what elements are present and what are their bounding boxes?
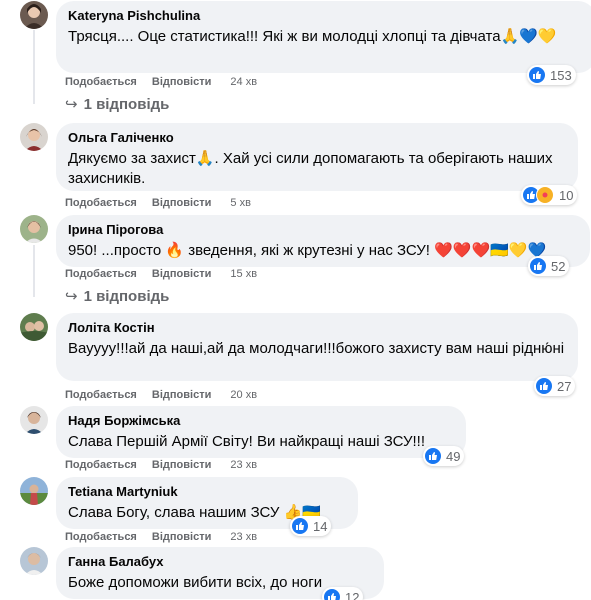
reply-button[interactable]: Відповісти: [152, 459, 211, 471]
comment-timestamp[interactable]: 23 хв: [230, 531, 257, 543]
reply-button[interactable]: Відповісти: [152, 389, 211, 401]
view-replies-link[interactable]: ↪ 1 відповідь: [65, 95, 169, 113]
reaction-count: 10: [559, 187, 574, 203]
comment-bubble: Ірина Пірогова 950! ...просто 🔥 зведення…: [56, 215, 590, 267]
reply-arrow-icon: ↪: [65, 96, 78, 113]
like-button[interactable]: Подобається: [65, 389, 137, 401]
comment-bubble: Kateryna Pishchulina Трясця.... Оце стат…: [56, 1, 591, 73]
comment-text: Слава Першій Армії Світу! Ви найкращі на…: [68, 433, 426, 450]
comment-timestamp[interactable]: 23 хв: [230, 459, 257, 471]
comment-text: Трясця.... Оце статистика!!! Які ж ви мо…: [68, 28, 557, 45]
comment-author[interactable]: Надя Боржімська: [68, 413, 454, 429]
comment-timestamp[interactable]: 15 хв: [230, 268, 257, 280]
like-button[interactable]: Подобається: [65, 268, 137, 280]
comments-feed: Kateryna Pishchulina Трясця.... Оце стат…: [0, 0, 591, 600]
comment-text: Дякуємо за захист🙏. Хай усі сили допомаг…: [68, 150, 553, 187]
comment-author[interactable]: Ірина Пірогова: [68, 222, 578, 238]
like-icon: [530, 258, 546, 274]
reaction-summary[interactable]: 52: [528, 256, 570, 276]
comment-bubble: Надя Боржімська Слава Першій Армії Світу…: [56, 406, 466, 458]
comment-author[interactable]: Ольга Галіченко: [68, 130, 566, 146]
reaction-count: 12: [345, 589, 360, 600]
reply-arrow-icon: ↪: [65, 288, 78, 305]
comment-text: 950! ...просто 🔥 зведення, які ж крутезн…: [68, 242, 547, 259]
thread-line: [33, 30, 35, 104]
like-icon: [529, 67, 545, 83]
thread-line: [33, 245, 35, 297]
avatar[interactable]: [20, 313, 48, 341]
reaction-summary[interactable]: 49: [423, 446, 465, 466]
reaction-summary[interactable]: 14: [290, 516, 332, 536]
comment-actions: Подобається Відповісти 15 хв: [65, 267, 257, 281]
care-icon: [536, 186, 554, 204]
comment-author[interactable]: Tetiana Martyniuk: [68, 484, 346, 500]
reaction-count: 27: [557, 378, 572, 394]
avatar[interactable]: [20, 547, 48, 575]
reaction-summary[interactable]: 10: [521, 185, 578, 205]
reaction-summary[interactable]: 27: [534, 376, 576, 396]
reply-button[interactable]: Відповісти: [152, 531, 211, 543]
like-button[interactable]: Подобається: [65, 197, 137, 209]
reaction-count: 52: [551, 258, 566, 274]
comment-actions: Подобається Відповісти 20 хв: [65, 388, 257, 402]
reaction-summary[interactable]: 153: [527, 65, 576, 85]
avatar[interactable]: [20, 406, 48, 434]
like-button[interactable]: Подобається: [65, 459, 137, 471]
comment-timestamp[interactable]: 5 хв: [230, 197, 251, 209]
comment-actions: Подобається Відповісти 23 хв: [65, 458, 257, 472]
comment-actions: Подобається Відповісти 24 хв: [65, 75, 257, 89]
like-icon: [536, 378, 552, 394]
avatar[interactable]: [20, 477, 48, 505]
reaction-count: 49: [446, 448, 461, 464]
like-button[interactable]: Подобається: [65, 76, 137, 88]
comment-actions: Подобається Відповісти 5 хв: [65, 196, 251, 210]
comment-bubble: Лоліта Костін Вауууу!!!ай да наші,ай да …: [56, 313, 578, 381]
comment-author[interactable]: Ганна Балабух: [68, 554, 372, 570]
reply-button[interactable]: Відповісти: [152, 197, 211, 209]
reply-button[interactable]: Відповісти: [152, 268, 211, 280]
comment-author[interactable]: Лоліта Костін: [68, 320, 566, 336]
comment-timestamp[interactable]: 24 хв: [230, 76, 257, 88]
comment-actions: Подобається Відповісти 23 хв: [65, 530, 257, 544]
comment-text: Вауууу!!!ай да наші,ай да молодчаги!!!бо…: [68, 340, 565, 357]
avatar[interactable]: [20, 215, 48, 243]
reaction-count: 153: [550, 67, 572, 83]
like-icon: [292, 518, 308, 534]
avatar[interactable]: [20, 123, 48, 151]
reaction-count: 14: [313, 518, 328, 534]
comment-timestamp[interactable]: 20 хв: [230, 389, 257, 401]
view-replies-link[interactable]: ↪ 1 відповідь: [65, 287, 169, 305]
like-button[interactable]: Подобається: [65, 531, 137, 543]
reply-button[interactable]: Відповісти: [152, 76, 211, 88]
like-icon: [324, 589, 340, 600]
reaction-summary[interactable]: 12: [322, 587, 364, 600]
avatar[interactable]: [20, 1, 48, 29]
comment-bubble: Ольга Галіченко Дякуємо за захист🙏. Хай …: [56, 123, 578, 191]
like-icon: [425, 448, 441, 464]
comment-author[interactable]: Kateryna Pishchulina: [68, 8, 584, 24]
